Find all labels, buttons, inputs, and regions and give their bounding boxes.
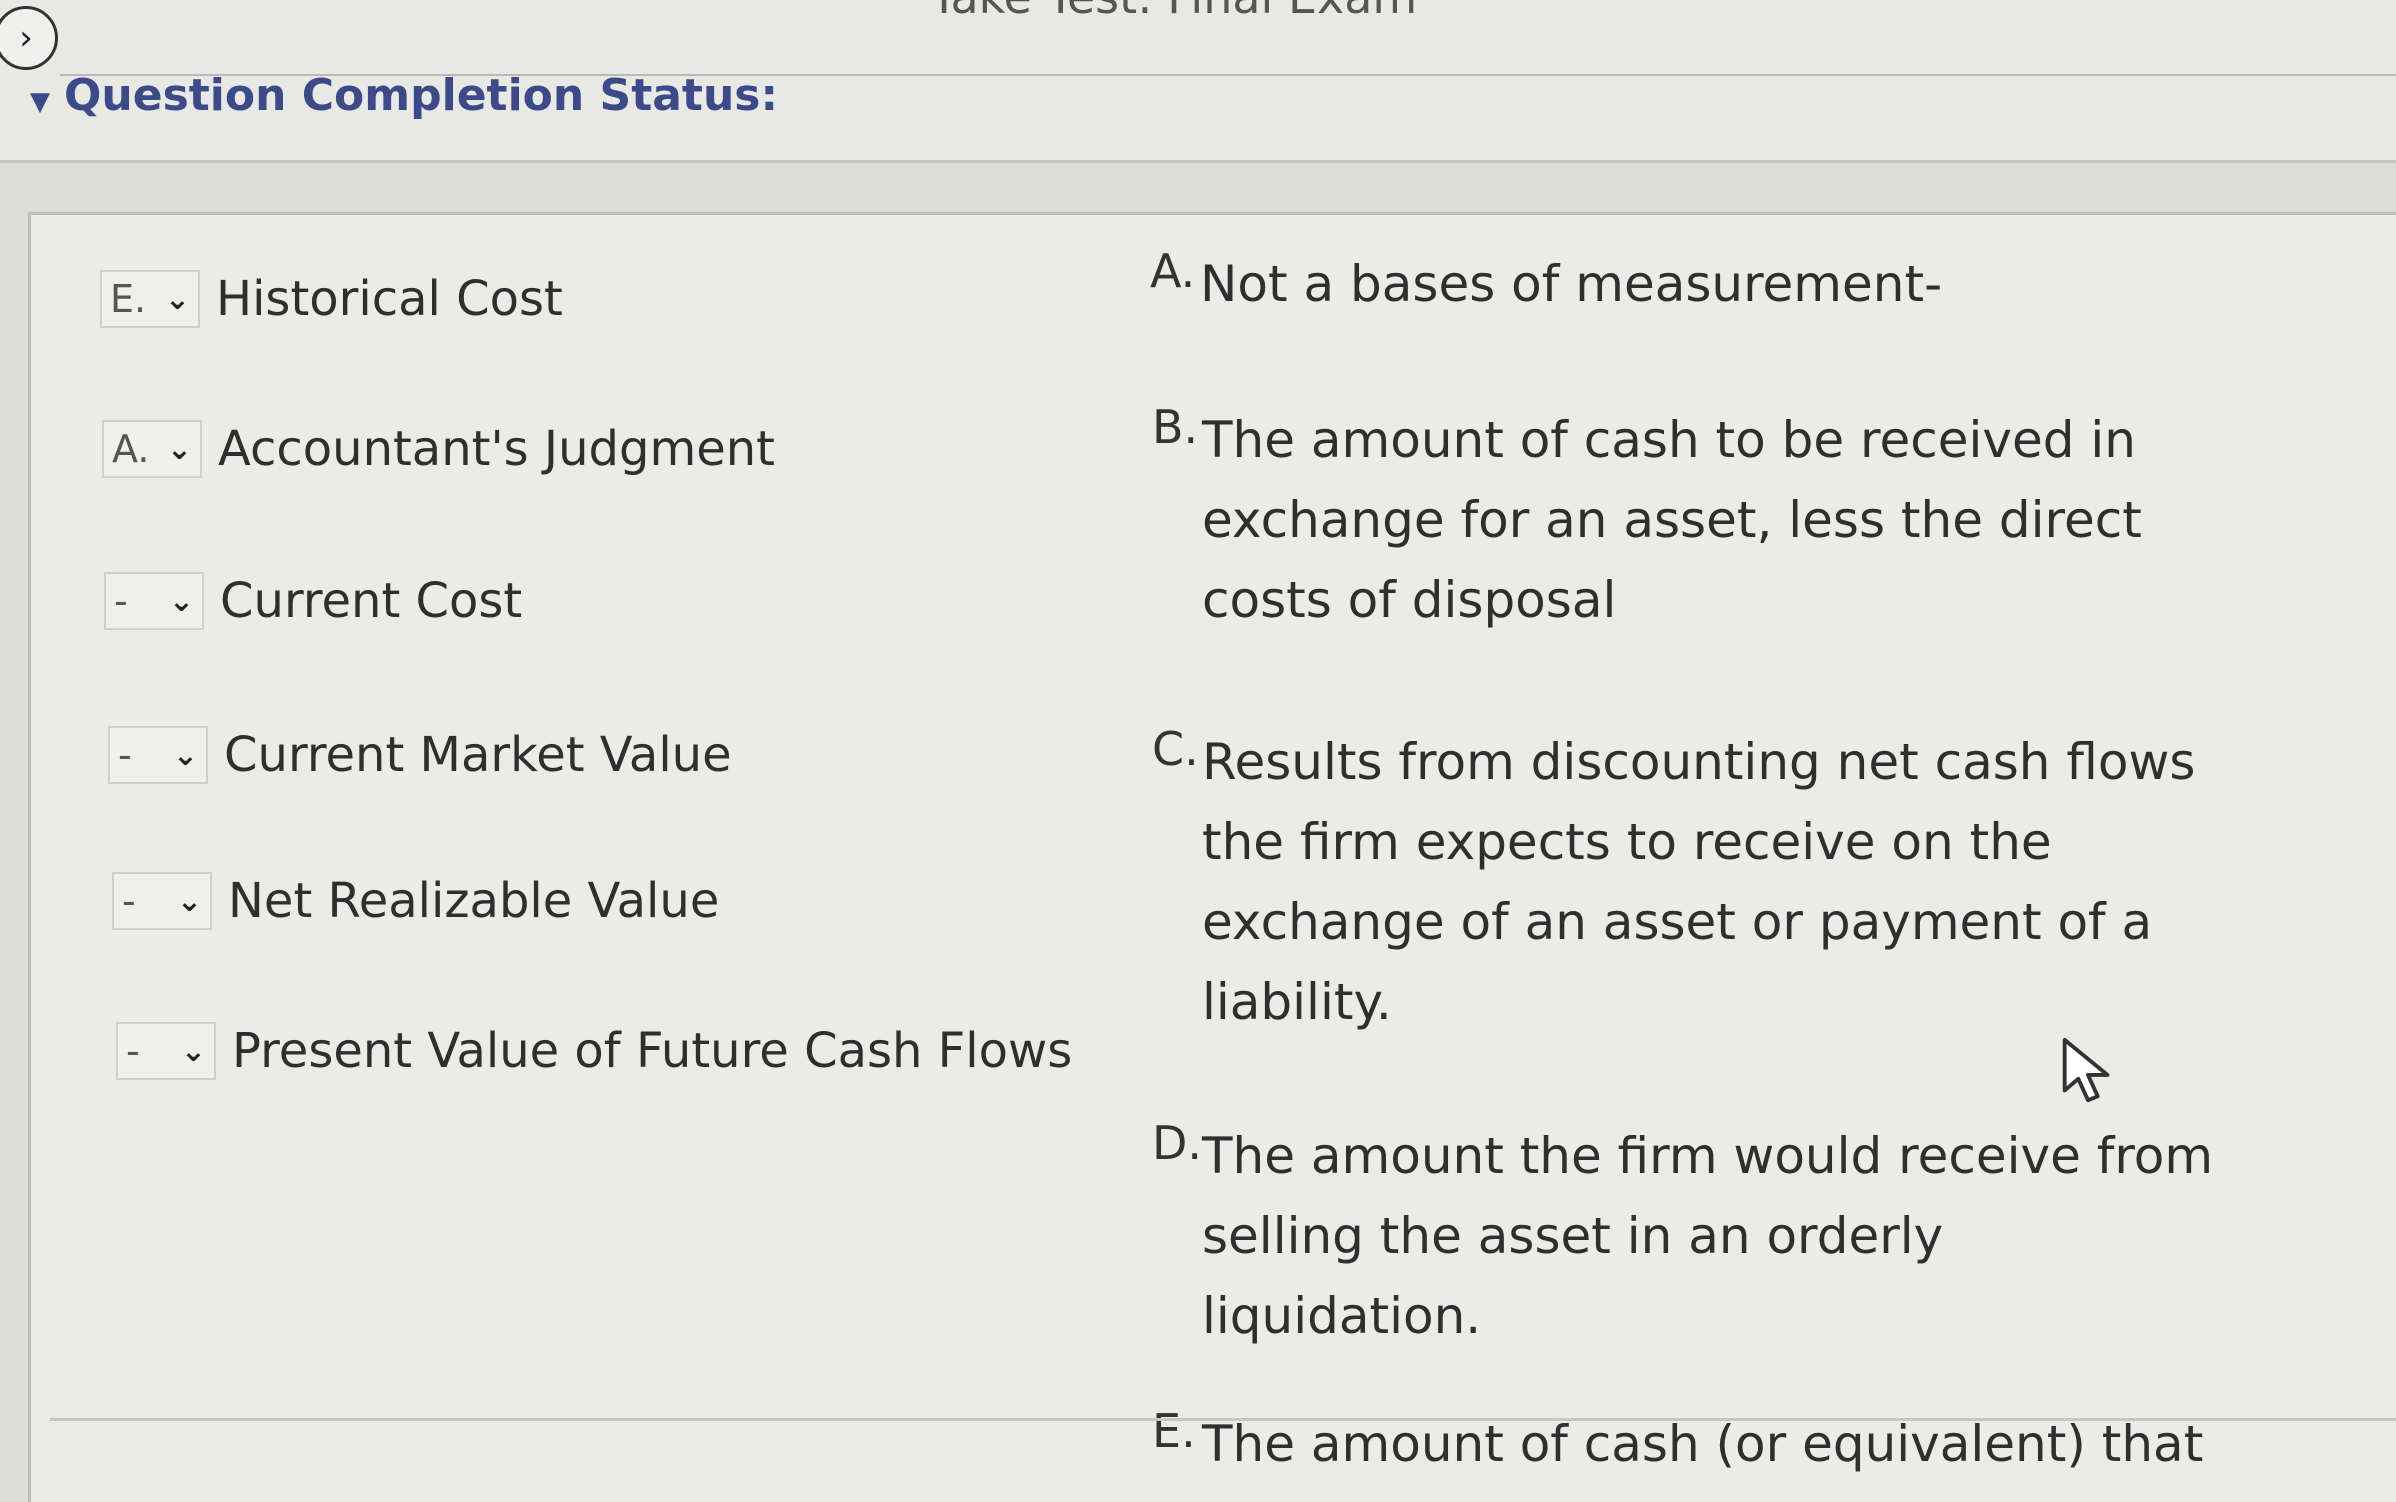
selected-value: - bbox=[114, 579, 128, 623]
option-text: Results from discounting net cash flows … bbox=[1202, 733, 2196, 1031]
page-title: Take Test: Final Exam bbox=[930, 0, 1417, 24]
top-bar: › Take Test: Final Exam ▼ Question Comple… bbox=[0, 0, 2396, 160]
answer-select[interactable]: - ⌄ bbox=[112, 872, 212, 930]
term-label: Accountant's Judgment bbox=[218, 421, 775, 477]
option-text: The amount the firm would receive from s… bbox=[1202, 1127, 2214, 1345]
option-text: Not a bases of measurement- bbox=[1200, 255, 1943, 313]
chevron-down-icon: ⌄ bbox=[166, 431, 192, 467]
divider bbox=[0, 160, 2396, 163]
option-letter: B. bbox=[1152, 400, 1199, 454]
answer-option: E. The amount of cash (or equivalent) th… bbox=[1152, 1404, 2222, 1484]
chevron-down-icon: ⌄ bbox=[180, 1033, 206, 1069]
answer-select[interactable]: - ⌄ bbox=[116, 1022, 216, 1080]
matching-row: - ⌄ Present Value of Future Cash Flows bbox=[116, 1022, 1072, 1080]
mouse-pointer-icon bbox=[2062, 1037, 2110, 1103]
option-letter: E. bbox=[1152, 1404, 1196, 1458]
question-completion-status[interactable]: ▼ Question Completion Status: bbox=[30, 70, 778, 121]
option-letter: C. bbox=[1152, 722, 1199, 776]
answer-option: A. Not a bases of measurement- bbox=[1150, 244, 2220, 324]
term-label: Current Market Value bbox=[224, 727, 732, 783]
term-label: Historical Cost bbox=[216, 271, 563, 327]
triangle-down-icon: ▼ bbox=[30, 87, 50, 117]
matching-row: - ⌄ Net Realizable Value bbox=[112, 872, 719, 930]
answer-option: B. The amount of cash to be received in … bbox=[1152, 400, 2222, 640]
matching-row: - ⌄ Current Cost bbox=[104, 572, 522, 630]
term-label: Net Realizable Value bbox=[228, 873, 720, 929]
chevron-down-icon: ⌄ bbox=[164, 281, 190, 317]
status-label: Question Completion Status: bbox=[64, 70, 779, 121]
selected-value: A. bbox=[112, 427, 150, 471]
matching-row: A. ⌄ Accountant's Judgment bbox=[102, 420, 775, 478]
selected-value: E. bbox=[110, 277, 147, 321]
answer-select[interactable]: A. ⌄ bbox=[102, 420, 202, 478]
answer-option: C. Results from discounting net cash flo… bbox=[1152, 722, 2222, 1042]
chevron-down-icon: ⌄ bbox=[172, 737, 198, 773]
selected-value: - bbox=[122, 879, 136, 923]
chevron-down-icon: ⌄ bbox=[176, 883, 202, 919]
answer-option: D. The amount the firm would receive fro… bbox=[1152, 1116, 2222, 1356]
answer-select[interactable]: E. ⌄ bbox=[100, 270, 200, 328]
matching-row: - ⌄ Current Market Value bbox=[108, 726, 732, 784]
option-text: The amount of cash to be received in exc… bbox=[1202, 411, 2142, 629]
option-letter: D. bbox=[1152, 1116, 1203, 1170]
answer-select[interactable]: - ⌄ bbox=[104, 572, 204, 630]
chevron-down-icon: ⌄ bbox=[168, 583, 194, 619]
option-text: The amount of cash (or equivalent) that bbox=[1202, 1415, 2204, 1473]
selected-value: - bbox=[126, 1029, 140, 1073]
selected-value: - bbox=[118, 733, 132, 777]
term-label: Current Cost bbox=[220, 573, 523, 629]
term-label: Present Value of Future Cash Flows bbox=[232, 1023, 1073, 1079]
chevron-right-icon[interactable]: › bbox=[0, 6, 58, 70]
answer-select[interactable]: - ⌄ bbox=[108, 726, 208, 784]
option-letter: A. bbox=[1150, 244, 1196, 298]
divider bbox=[50, 1418, 2396, 1421]
matching-row: E. ⌄ Historical Cost bbox=[100, 270, 563, 328]
